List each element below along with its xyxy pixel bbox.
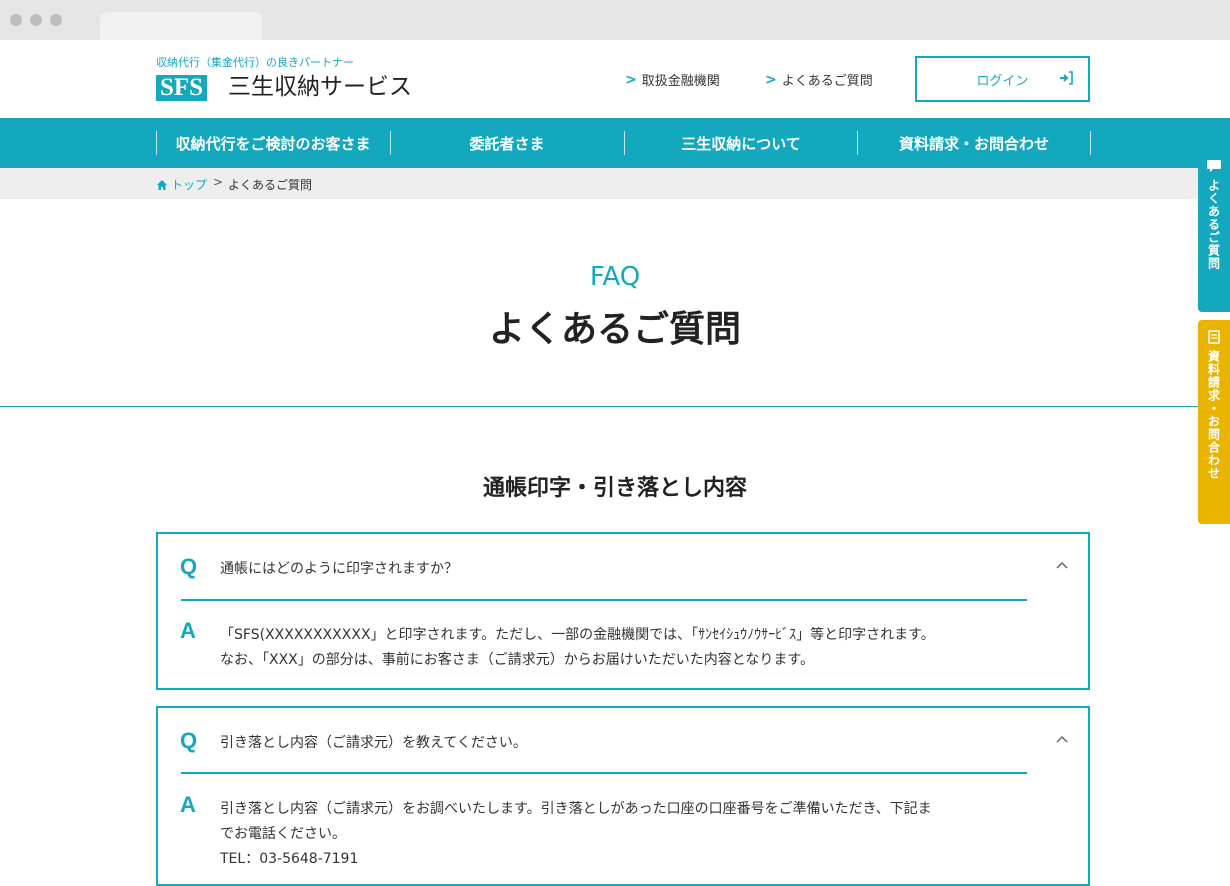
nav-item-about[interactable]: 三生収納について [624, 118, 858, 168]
chevron-right-icon: > [765, 71, 777, 88]
faq-question[interactable]: 通帳にはどのように印字されますか？ [220, 558, 458, 578]
site-header: 収納代行（集金代行）の良きパートナー SFS 三生収納サービス > 取扱金融機関… [0, 40, 1230, 118]
header-link-banks[interactable]: > 取扱金融機関 [625, 70, 720, 90]
page-title-en: FAQ [589, 262, 641, 292]
qa-divider [181, 599, 1027, 601]
speech-bubble-icon [1207, 160, 1221, 172]
breadcrumb-current: よくあるご質問 [228, 178, 313, 192]
global-nav: 収納代行をご検討のお客さま 委託者さま 三生収納について 資料請求・お問合わせ [0, 118, 1230, 168]
browser-chrome [0, 0, 1230, 40]
login-label: ログイン [976, 73, 1029, 89]
nav-item-prospects[interactable]: 収納代行をご検討のお客さま [156, 118, 390, 168]
chevron-up-icon[interactable] [1056, 734, 1068, 746]
answer-mark-label: A [180, 618, 196, 643]
header-link-faq[interactable]: > よくあるご質問 [765, 70, 873, 90]
page-title: よくあるご質問 [488, 309, 741, 350]
section-title: 通帳印字・引き落とし内容 [482, 476, 747, 501]
logo-mark[interactable]: SFS [156, 75, 208, 101]
header-link-label: よくあるご質問 [781, 74, 873, 89]
question-mark-label: Q [180, 728, 198, 753]
title-divider [0, 406, 1198, 407]
chevron-right-icon: > [625, 71, 637, 88]
window-maximize-dot[interactable] [50, 14, 62, 26]
qa-divider [181, 772, 1027, 774]
faq-answer-line: TEL：03-5648-7191 [220, 851, 359, 867]
faq-answer-line: 「SFS(XXXXXXXXXXX」と印字されます。ただし、一部の金融機関では、「… [220, 627, 935, 643]
logo-name[interactable]: 三生収納サービス [228, 73, 412, 101]
side-tab-request-label: 資料請求・お問合わせ [1206, 350, 1221, 480]
document-icon [1208, 330, 1220, 344]
side-tab-faq-label: よくあるご質問 [1206, 179, 1221, 270]
breadcrumb-home[interactable]: トップ [156, 176, 207, 193]
browser-tab[interactable] [100, 12, 262, 40]
nav-item-clients[interactable]: 委託者さま [390, 118, 624, 168]
faq-item: Q 引き落とし内容（ご請求元）を教えてください。 A 引き落とし内容（ご請求元）… [156, 706, 1090, 886]
chevron-up-icon[interactable] [1056, 560, 1068, 572]
window-close-dot[interactable] [10, 14, 22, 26]
tagline: 収納代行（集金代行）の良きパートナー [156, 56, 354, 69]
faq-item: Q 通帳にはどのように印字されますか？ A 「SFS(XXXXXXXXXXX」と… [156, 532, 1090, 690]
nav-divider [1090, 131, 1091, 155]
faq-answer-line: でお電話ください。 [220, 826, 346, 842]
header-link-label: 取扱金融機関 [641, 74, 720, 89]
side-tab-request[interactable]: 資料請求・お問合わせ [1198, 320, 1230, 524]
window-minimize-dot[interactable] [30, 14, 42, 26]
login-button[interactable]: ログイン [915, 56, 1090, 102]
faq-answer-line: なお、「XXX」の部分は、事前にお客さま（ご請求元）からお届けいただいた内容とな… [220, 652, 814, 668]
breadcrumb-home-label: トップ [171, 178, 208, 192]
question-mark-label: Q [180, 554, 198, 579]
nav-item-contact[interactable]: 資料請求・お問合わせ [857, 118, 1091, 168]
faq-question[interactable]: 引き落とし内容（ご請求元）を教えてください。 [220, 732, 527, 752]
login-icon [1060, 71, 1073, 85]
answer-mark-label: A [180, 792, 196, 817]
breadcrumb: トップ > よくあるご質問 [0, 168, 1230, 199]
breadcrumb-separator: > [213, 175, 224, 189]
side-tab-faq[interactable]: よくあるご質問 [1198, 149, 1230, 312]
home-icon [157, 179, 167, 190]
faq-answer-line: 引き落とし内容（ご請求元）をお調べいたします。引き落としがあった口座の口座番号を… [220, 801, 932, 817]
